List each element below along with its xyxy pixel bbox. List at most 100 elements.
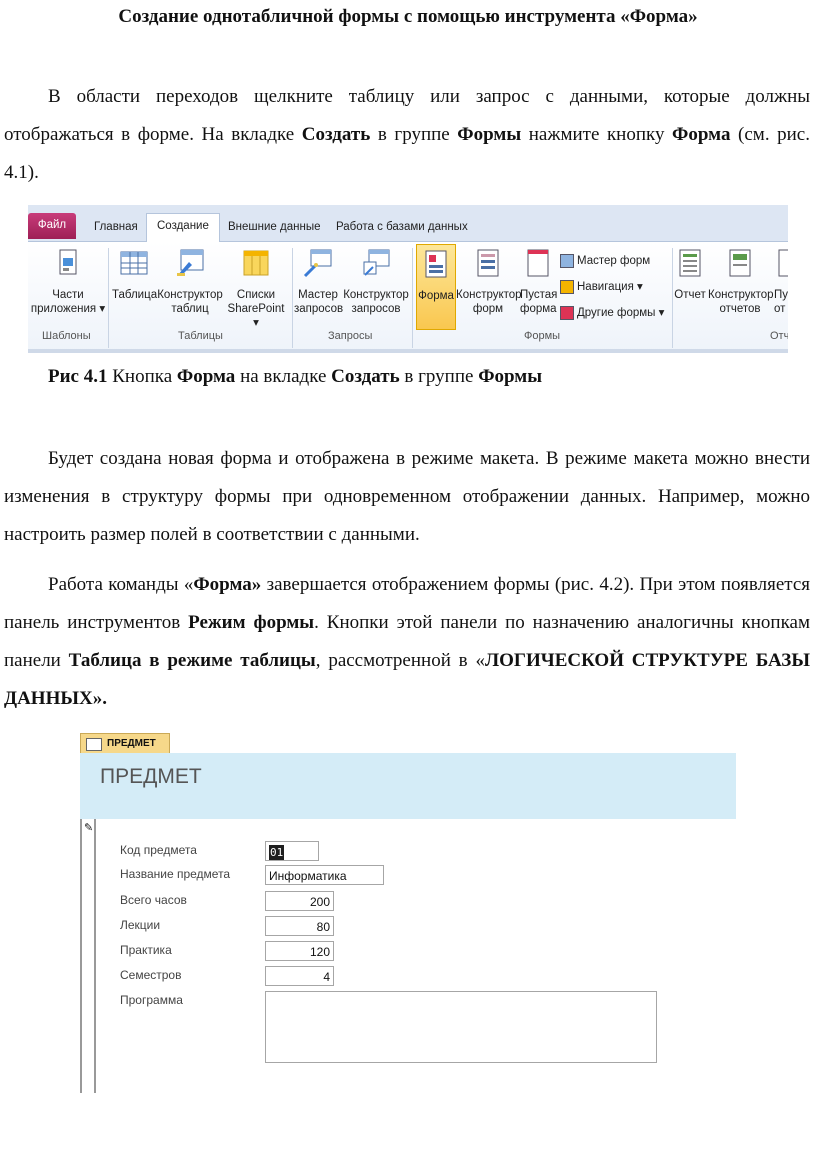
report-label: Отчет xyxy=(674,289,706,301)
ribbon-separator xyxy=(108,248,109,348)
para3-bold-form: Форма» xyxy=(193,574,262,595)
form-tab[interactable]: ПРЕДМЕТ xyxy=(80,733,170,753)
sharepoint-lists-label-2: SharePoint ▾ xyxy=(227,303,285,329)
ribbon-separator xyxy=(412,248,413,348)
query-wizard-icon xyxy=(303,249,332,278)
group-label-forms: Формы xyxy=(524,330,561,342)
program-textarea[interactable] xyxy=(265,991,657,1063)
form-wizard-label: Мастер форм xyxy=(577,255,651,267)
practice-input[interactable]: 120 xyxy=(265,941,334,961)
report-button[interactable]: Отчет xyxy=(672,248,708,302)
table-designer-icon xyxy=(177,249,204,276)
para1-bold-forms: Формы xyxy=(457,124,522,145)
blank-report-button[interactable]: Пу от xyxy=(774,248,788,316)
report-designer-label-1: Конструктор xyxy=(708,289,774,301)
field-label-code: Код предмета xyxy=(120,843,197,857)
sharepoint-lists-button[interactable]: Списки SharePoint ▾ xyxy=(224,248,288,330)
caption-text-1: Кнопка xyxy=(107,366,177,387)
form-button[interactable]: Форма xyxy=(416,244,456,330)
paragraph-layout-mode: Будет создана новая форма и отображена в… xyxy=(4,440,810,554)
report-designer-label-2: отчетов xyxy=(719,303,761,315)
query-designer-label-2: запросов xyxy=(351,303,401,315)
caption-text-2: на вкладке xyxy=(235,366,332,387)
report-designer-icon xyxy=(729,249,751,277)
paragraph-form-command: Работа команды «Форма» завершается отобр… xyxy=(4,566,810,718)
lectures-input[interactable]: 80 xyxy=(265,916,334,936)
form-designer-button[interactable]: Конструктор форм xyxy=(456,248,522,316)
app-parts-icon xyxy=(59,249,77,275)
para1-bold-form: Форма xyxy=(672,124,731,145)
ribbon-body: Части приложения ▾ Шаблоны Таблица Конст… xyxy=(28,242,788,353)
form-designer-icon xyxy=(477,249,499,277)
field-label-total-hours: Всего часов xyxy=(120,893,187,907)
more-forms-icon xyxy=(560,305,574,320)
para3-text-1: Работа команды « xyxy=(48,574,194,595)
ribbon-bottom-border xyxy=(28,349,788,353)
form-label: Форма xyxy=(418,290,454,302)
form-wizard-button[interactable]: Мастер форм xyxy=(560,248,672,274)
tab-file[interactable]: Файл xyxy=(28,213,76,239)
app-parts-label-2: приложения ▾ xyxy=(30,303,106,315)
ribbon-screenshot: Файл Главная Создание Внешние данные Раб… xyxy=(28,205,788,353)
tab-home[interactable]: Главная xyxy=(84,215,148,239)
table-button[interactable]: Таблица xyxy=(112,248,158,302)
report-icon xyxy=(679,249,701,277)
forms-small-buttons: Мастер форм Навигация ▾ Другие формы ▾ xyxy=(560,248,672,326)
field-label-name: Название предмета xyxy=(120,867,231,881)
field-label-practice: Практика xyxy=(120,943,172,957)
paragraph-intro: В области переходов щелкните таблицу или… xyxy=(4,78,810,192)
query-designer-button[interactable]: Конструктор запросов xyxy=(342,248,410,316)
table-label: Таблица xyxy=(112,289,158,301)
sharepoint-lists-icon xyxy=(243,250,269,276)
name-input[interactable]: Информатика xyxy=(265,865,384,885)
caption-bold-create: Создать xyxy=(331,366,400,387)
blank-form-label-2: форма xyxy=(520,303,557,315)
figure-caption-4-1: Рис 4.1 Кнопка Форма на вкладке Создать … xyxy=(48,366,542,388)
total-hours-input[interactable]: 200 xyxy=(265,891,334,911)
para3-bold-form-mode: Режим формы xyxy=(188,612,315,633)
form-designer-label-1: Конструктор xyxy=(456,289,522,301)
query-wizard-button[interactable]: Мастер запросов xyxy=(294,248,344,316)
semesters-input[interactable]: 4 xyxy=(265,966,334,986)
navigation-label: Навигация ▾ xyxy=(577,281,643,293)
caption-bold-forms: Формы xyxy=(478,366,543,387)
para2-text: Будет создана новая форма и отображена в… xyxy=(4,448,810,545)
report-designer-button[interactable]: Конструктор отчетов xyxy=(708,248,774,316)
table-icon xyxy=(120,251,148,275)
field-label-lectures: Лекции xyxy=(120,918,161,932)
form-tab-icon xyxy=(86,738,102,751)
para1-text-2: в группе xyxy=(370,124,458,145)
tab-external-data[interactable]: Внешние данные xyxy=(218,215,330,239)
record-selector[interactable] xyxy=(80,819,96,1093)
tab-database-tools[interactable]: Работа с базами данных xyxy=(326,215,478,239)
more-forms-label: Другие формы ▾ xyxy=(577,307,665,319)
blank-report-label-1: Пу xyxy=(774,289,788,301)
document-title: Создание однотабличной формы с помощью и… xyxy=(118,6,698,27)
query-wizard-label-1: Мастер xyxy=(298,289,338,301)
para1-text-3: нажмите кнопку xyxy=(521,124,673,145)
tab-create[interactable]: Создание xyxy=(146,213,220,242)
group-label-tables: Таблицы xyxy=(178,330,223,342)
more-forms-button[interactable]: Другие формы ▾ xyxy=(560,300,672,326)
query-wizard-label-2: запросов xyxy=(294,303,344,315)
navigation-button[interactable]: Навигация ▾ xyxy=(560,274,672,300)
field-label-semesters: Семестров xyxy=(120,968,182,982)
para1-bold-create: Создать xyxy=(301,124,371,145)
form-icon xyxy=(425,250,447,278)
code-input[interactable]: 01 xyxy=(265,841,319,861)
pencil-icon: ✎ xyxy=(84,822,94,834)
blank-report-icon xyxy=(778,249,788,277)
blank-form-button[interactable]: Пустая форма xyxy=(520,248,557,316)
app-parts-label-1: Части xyxy=(52,289,84,301)
caption-bold-fig: Рис 4.1 xyxy=(48,366,108,387)
blank-report-label-2: от xyxy=(774,303,786,315)
app-parts-button[interactable]: Части приложения ▾ xyxy=(30,248,106,316)
ribbon-separator xyxy=(292,248,293,348)
form-header-title: ПРЕДМЕТ xyxy=(100,765,202,788)
group-label-reports: Отч xyxy=(770,330,788,342)
caption-text-3: в группе xyxy=(399,366,479,387)
sharepoint-lists-label-1: Списки xyxy=(236,289,276,301)
table-designer-button[interactable]: Конструктор таблиц xyxy=(156,248,224,316)
query-designer-icon xyxy=(363,249,390,276)
group-label-queries: Запросы xyxy=(328,330,373,342)
